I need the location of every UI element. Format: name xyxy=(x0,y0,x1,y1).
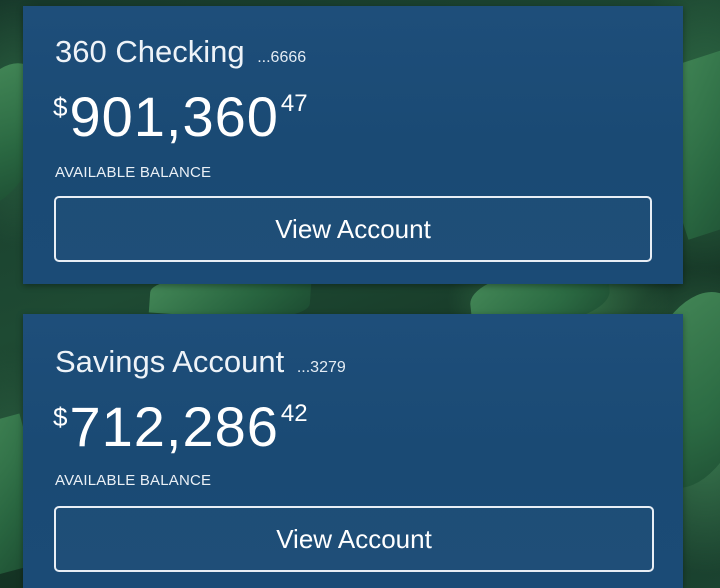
view-account-button[interactable]: View Account xyxy=(54,196,652,262)
currency-symbol: $ xyxy=(53,92,68,122)
account-card-checking: 360 Checking ...6666 $901,36047 AVAILABL… xyxy=(23,6,683,284)
view-account-button[interactable]: View Account xyxy=(54,506,654,572)
balance-cents: 47 xyxy=(280,90,308,117)
account-balance: $901,36047 xyxy=(53,84,308,149)
account-balance: $712,28642 xyxy=(53,394,308,459)
account-number-mask: ...3279 xyxy=(296,359,346,376)
balance-amount: 712,286 xyxy=(69,395,279,458)
account-number-mask: ...6666 xyxy=(257,49,307,66)
account-title: Savings Account ...3279 xyxy=(55,344,346,380)
balance-cents: 42 xyxy=(280,400,308,427)
currency-symbol: $ xyxy=(53,402,68,432)
account-title: 360 Checking ...6666 xyxy=(55,34,306,70)
balance-amount: 901,360 xyxy=(69,85,279,148)
account-name: Savings Account xyxy=(55,344,285,379)
account-card-savings: Savings Account ...3279 $712,28642 AVAIL… xyxy=(23,314,683,588)
account-name: 360 Checking xyxy=(55,34,245,69)
available-balance-label: AVAILABLE BALANCE xyxy=(55,472,212,489)
available-balance-label: AVAILABLE BALANCE xyxy=(55,164,212,181)
